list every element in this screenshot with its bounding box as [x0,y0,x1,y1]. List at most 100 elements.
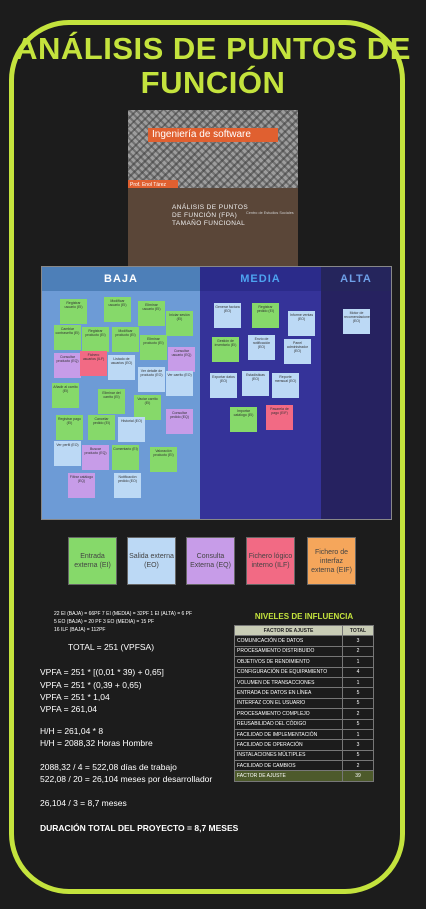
sticky-note: Valoración producto (EI) [150,447,177,472]
sticky-note: Registrar pago (EI) [56,415,83,440]
table-row: ENTRADA DE DATOS EN LÍNEA 5 [234,687,374,699]
factor-name: OBJETIVOS DE RENDIMIENTO [234,656,343,668]
factor-value: 3 [342,635,374,647]
sticky-note: Iniciar sesión (EI) [166,311,193,336]
factor-value: 2 [342,760,374,772]
count-line: 22 EI (BAJA) = 66PF 7 EI (MEDIA) = 32PF … [54,611,193,617]
table-row: FACILIDAD DE OPERACIÓN 3 [234,739,374,751]
factor-name: REUSABILIDAD DEL CÓDIGO [234,718,343,730]
factor-name: PROCESAMIENTO COMPLEJO [234,708,343,720]
sticky-note: Consultar usuario (EQ) [168,347,195,372]
sticky-note: Ver carrito (EO) [166,371,193,396]
table-row: COMUNICACIÓN DE DATOS 3 [234,635,374,647]
factor-value: 1 [342,728,374,741]
legend-consulta-externa: Consulta Externa (EQ) [186,537,235,585]
factor-value: 5 [342,749,374,762]
days-line: 522,08 / 20 = 26,104 meses por desarroll… [40,774,213,784]
column-alta: ALTA Motor de recomendaciones (EO) [321,267,391,519]
sticky-note: Registrar producto (EI) [82,327,109,352]
sticky-note: Eliminar producto (EI) [140,335,167,360]
table-row: VOLUMEN DE TRANSACCIONES 1 [234,676,374,689]
book-subtitle: ANÁLISIS DE PUNTOS DE FUNCIÓN (FPA) TAMA… [172,204,249,227]
sticky-note: Fichero usuarios (ILF) [80,351,107,376]
factor-name: FACILIDAD DE OPERACIÓN [234,739,343,751]
sticky-note: Filtrar catálogo (EQ) [68,473,95,498]
sticky-note: Cambiar contraseña (EI) [54,325,81,350]
table-row: FACILIDAD DE IMPLEMENTACIÓN 1 [234,728,374,741]
table-row: CONFIGURACIÓN DE EQUIPAMIENTO 4 [234,666,374,678]
page-title: ANÁLISIS DE PUNTOS DE FUNCIÓN [15,31,411,100]
table-row: PROCESAMIENTO COMPLEJO 2 [234,708,374,720]
sticky-note: Pasarela de pago (EIF) [266,405,293,430]
factor-value: 3 [342,739,374,751]
factor-value: 2 [342,708,374,720]
hh-line: H/H = 261,04 * 8 [40,726,104,736]
book-publisher: Centro de Estudios Sociales [246,211,294,215]
legend-salida-externa: Salida externa (EO) [127,537,176,585]
months-line: 26,104 / 3 = 8,7 meses [40,798,127,808]
sticky-note: Listado de usuarios (EO) [108,355,135,380]
column-baja: BAJA Registrar usuario (EI) Modificar usu… [42,267,200,519]
vpfa-line: VPFA = 251 * [(0,01 * 39) + 0,65] [40,667,164,677]
factor-name: INTERFAZ CON EL USUARIO [234,697,343,710]
legend-entrada-externa: Entrada externa (EI) [68,537,117,585]
table-header: FACTOR DE AJUSTE [234,624,343,637]
legend-fichero-logico: Fichero lógico interno (ILF) [246,537,295,585]
factor-name: INSTALACIONES MÚLTIPLES [234,749,343,762]
total-value: 39 [342,770,374,782]
table-total-row: FACTOR DE AJUSTE 39 [234,770,374,782]
sticky-note: Modificar usuario (EI) [104,297,131,322]
total-line: TOTAL = 251 (VPFSA) [68,642,155,652]
table-row: INTERFAZ CON EL USUARIO 5 [234,697,374,710]
sticky-note: Motor de recomendaciones (EO) [343,309,370,334]
table-row: REUSABILIDAD DEL CÓDIGO 5 [234,718,374,730]
factor-value: 1 [342,676,374,689]
sticky-note: Eliminar usuario (EI) [138,301,165,326]
sticky-note: Eliminar del carrito (EI) [98,389,125,414]
count-line: 5 EO (BAJA) = 20 PF 3 EO (MEDIA) = 15 PF [54,619,155,625]
table-row: OBJETIVOS DE RENDIMIENTO 1 [234,656,374,668]
column-header: ALTA [321,267,391,291]
sticky-note: Estadísticas (EO) [242,371,269,396]
total-label: FACTOR DE AJUSTE [234,770,343,782]
factor-name: ENTRADA DE DATOS EN LÍNEA [234,687,343,699]
sticky-note: Generar factura (EO) [214,303,241,328]
sticky-note: Notificación pedido (EO) [114,473,141,498]
sticky-note: Informe ventas (EO) [288,311,315,336]
factor-name: FACILIDAD DE CAMBIOS [234,760,343,772]
factor-value: 5 [342,718,374,730]
sticky-note: Panel administrador (EO) [284,339,311,364]
sticky-note: Exportar datos (EO) [210,373,237,398]
table-row: INSTALACIONES MÚLTIPLES 5 [234,749,374,762]
factor-name: VOLUMEN DE TRANSACCIONES [234,676,343,689]
book-tag: Ingeniería de software [148,128,278,142]
sticky-note: Consultar producto (EQ) [54,353,81,378]
factor-value: 5 [342,697,374,710]
table-row: PROCESAMIENTO DISTRIBUIDO 2 [234,645,374,658]
factor-name: CONFIGURACIÓN DE EQUIPAMIENTO [234,666,343,678]
duration-line: DURACIÓN TOTAL DEL PROYECTO = 8,7 MESES [40,823,239,833]
sticky-note: Registrar pedido (EI) [252,303,279,328]
sticky-note: Historial (EO) [118,417,145,442]
sticky-note: Modificar producto (EI) [112,327,139,352]
legend-fichero-interfaz: Fichero de interfaz externa (EIF) [307,537,356,585]
column-media: MEDIA Generar factura (EO) Registrar pedi… [200,267,321,519]
vpfa-line: VPFA = 251 * (0,39 + 0,65) [40,680,142,690]
factor-name: PROCESAMIENTO DISTRIBUIDO [234,645,343,658]
table-row: FACILIDAD DE CAMBIOS 2 [234,760,374,772]
column-header: BAJA [42,267,200,291]
sticky-note: Registrar usuario (EI) [60,299,87,324]
column-header: MEDIA [200,267,321,291]
sticky-note: Importar catálogo (EI) [230,407,257,432]
sticky-note: Ver perfil (EO) [54,441,81,466]
sticky-note: Consultar pedido (EQ) [166,409,193,434]
vpfa-line: VPFA = 251 * 1,04 [40,692,110,702]
sticky-note: Reporte mensual (EO) [272,373,299,398]
count-line: 16 ILF (BAJA) = 112PF [54,627,106,633]
factor-value: 5 [342,687,374,699]
factor-value: 2 [342,645,374,658]
kanban-board: BAJA Registrar usuario (EI) Modificar usu… [41,266,392,520]
factor-value: 4 [342,666,374,678]
factor-name: COMUNICACIÓN DE DATOS [234,635,343,647]
influence-table: FACTOR DE AJUSTE TOTAL COMUNICACIÓN DE D… [234,624,374,782]
